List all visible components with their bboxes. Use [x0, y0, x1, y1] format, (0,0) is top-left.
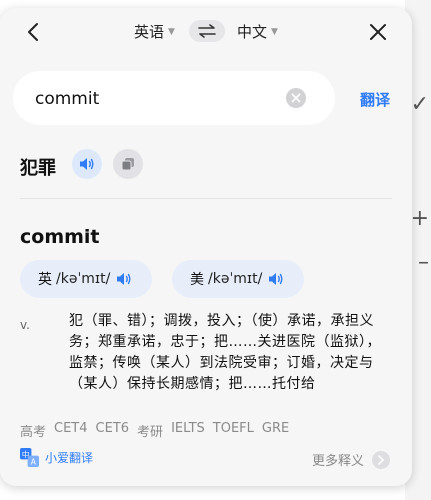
speaker-icon	[269, 273, 283, 285]
clear-icon	[291, 93, 301, 103]
source-language-select[interactable]: 英语 ▼	[134, 21, 175, 42]
exam-tag: CET4	[54, 421, 88, 436]
section-divider	[20, 198, 392, 199]
pronunciation-us-button[interactable]: 美 /kəˈmɪt/	[172, 260, 304, 298]
speaker-icon	[117, 273, 131, 285]
close-icon[interactable]	[366, 20, 390, 44]
swap-languages-button[interactable]	[189, 20, 225, 42]
brand-link[interactable]: 中 A 小爱翻译	[20, 448, 93, 467]
exam-tag: 高考	[20, 425, 47, 440]
pronunciation-uk-tag: 英	[38, 272, 52, 288]
exam-tag: CET6	[95, 421, 130, 436]
pronunciation-uk-button[interactable]: 英 /kəˈmɪt/	[20, 260, 152, 298]
exam-tag: IELTS	[171, 421, 205, 436]
exam-tag: TOEFL	[212, 421, 254, 436]
pronunciation-us-ipa: /kəˈmɪt/	[208, 271, 263, 287]
svg-text:A: A	[31, 458, 37, 467]
copy-result-button[interactable]	[113, 149, 143, 179]
part-of-speech: v.	[20, 318, 30, 332]
target-language-label: 中文	[237, 23, 268, 41]
translate-button[interactable]: 翻译	[360, 89, 390, 110]
more-definitions-button[interactable]: 更多释义	[312, 450, 390, 469]
definition-text: 犯（罪、错）；调拨，投入；（使）承诺，承担义务；郑重承诺，忠于；把……关进医院（…	[69, 313, 381, 392]
source-language-label: 英语	[134, 23, 165, 41]
background-check-icon: ✓	[410, 92, 429, 117]
chevron-down-icon: ▼	[271, 26, 278, 37]
exam-tag: GRE	[261, 421, 290, 436]
brand-label: 小爱翻译	[45, 451, 94, 465]
more-definitions-label: 更多释义	[311, 454, 364, 469]
pronunciation-uk-ipa: /kəˈmɪt/	[56, 271, 111, 287]
copy-icon	[121, 158, 134, 171]
translation-panel: 英语 ▼ 中文 ▼ 翻译 犯罪	[0, 8, 412, 486]
background-plus-icon: +	[410, 206, 429, 231]
chevron-down-icon: ▼	[168, 26, 175, 37]
pronunciation-us-tag: 美	[190, 272, 204, 288]
target-language-select[interactable]: 中文 ▼	[237, 21, 278, 42]
search-box	[13, 71, 335, 127]
speak-result-button[interactable]	[72, 149, 102, 179]
entry-headword: commit	[20, 226, 100, 248]
search-input[interactable]	[33, 71, 277, 127]
chevron-right-icon	[372, 450, 390, 469]
translation-result: 犯罪	[20, 158, 56, 179]
back-arrow-icon[interactable]	[22, 20, 46, 44]
speaker-icon	[80, 158, 94, 170]
clear-input-button[interactable]	[286, 88, 306, 108]
background-minus-icon: –	[418, 250, 429, 275]
exam-tag: 考研	[137, 425, 164, 440]
exam-tags: 高考 CET4 CET6 考研 IELTS TOEFL GRE	[20, 421, 289, 440]
translate-app-icon: 中 A	[20, 448, 39, 467]
swap-icon	[198, 24, 216, 38]
top-bar: 英语 ▼ 中文 ▼	[0, 8, 412, 56]
